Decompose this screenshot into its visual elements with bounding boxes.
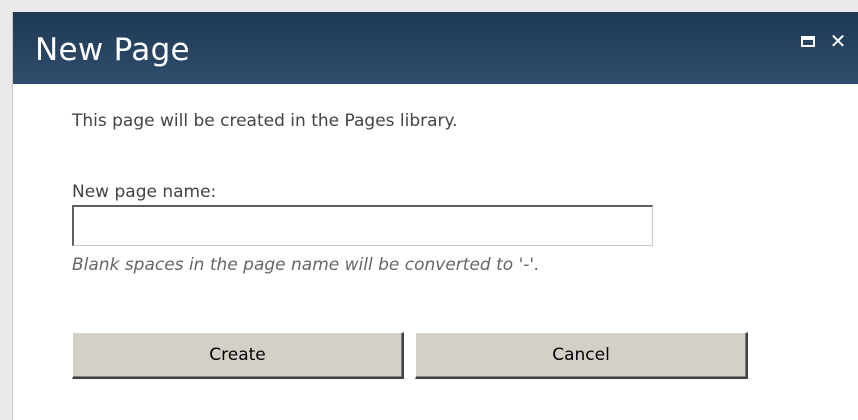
create-button[interactable]: Create [72, 332, 404, 379]
new-page-dialog: New Page ✕ This page will be created in … [12, 12, 858, 420]
dialog-title: New Page [35, 32, 190, 68]
page-name-label: New page name: [72, 182, 217, 202]
cancel-button[interactable]: Cancel [415, 332, 748, 379]
maximize-button[interactable] [798, 31, 818, 51]
dialog-titlebar: New Page ✕ [13, 12, 858, 84]
close-button[interactable]: ✕ [828, 31, 848, 51]
page-name-input[interactable] [72, 205, 653, 246]
intro-text: This page will be created in the Pages l… [72, 111, 458, 131]
maximize-icon [801, 35, 815, 47]
close-icon: ✕ [829, 29, 847, 53]
page-name-hint: Blank spaces in the page name will be co… [72, 255, 540, 275]
